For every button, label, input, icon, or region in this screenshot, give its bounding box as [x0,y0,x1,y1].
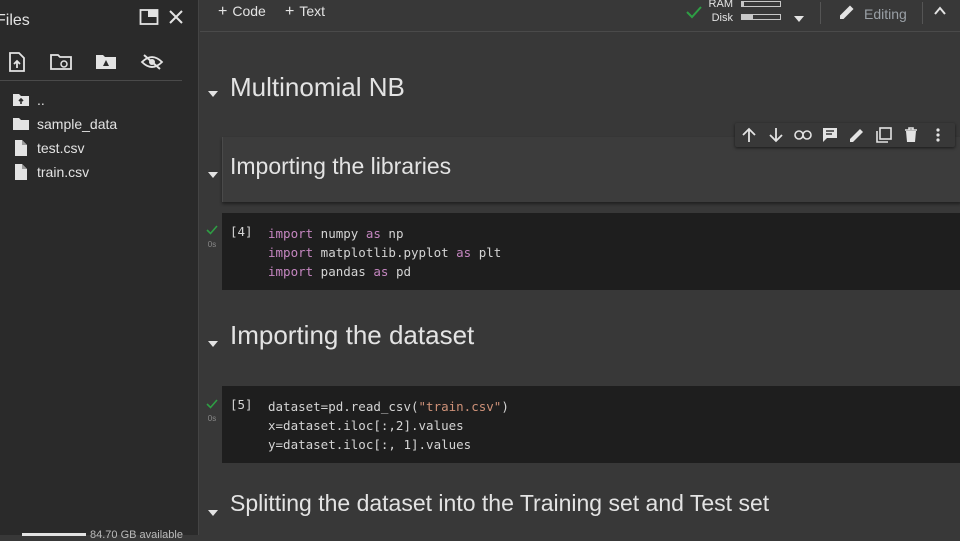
check-icon [206,225,218,235]
mount-drive-icon[interactable] [94,50,118,74]
code-editor[interactable]: import numpy as np import matplotlib.pyp… [268,224,501,281]
resources-dropdown-icon[interactable] [794,9,804,27]
file-item-parent[interactable]: .. [0,88,190,112]
cell-run-status[interactable]: 0s [205,396,219,423]
heading-title: Multinomial NB [230,72,405,102]
ram-label: RAM [708,0,733,10]
add-code-button[interactable]: + Code [218,3,266,21]
file-icon [12,164,30,180]
close-icon[interactable] [167,8,185,31]
disk-status: 84.70 GB available [0,529,199,541]
cell-toolbar [735,123,955,147]
plus-icon: + [285,3,295,20]
file-item-sample-data[interactable]: sample_data [0,112,190,136]
file-list: .. sample_data test.csv train.csv [0,88,190,184]
toolbar-divider [922,2,923,24]
add-text-button[interactable]: + Text [285,3,325,21]
section-splitting-dataset: Splitting the dataset into the Training … [200,490,960,520]
code-cell-dataset[interactable]: [5] dataset=pd.read_csv("train.csv") x=d… [222,386,960,463]
toolbar-divider [820,2,821,24]
caret-down-icon[interactable] [208,503,218,521]
delete-icon[interactable] [902,126,920,144]
file-browser-sidebar: Files .. sample_data test.csv train.csv … [0,0,199,541]
sidebar-title: Files [0,12,30,29]
heading-title: Importing the libraries [230,153,452,179]
move-down-icon[interactable] [767,126,785,144]
pencil-icon [838,3,856,24]
notebook-toolbar: + Code + Text RAM Disk Editing [200,0,960,32]
edit-pencil-icon[interactable] [848,126,866,144]
ram-usage-bar[interactable] [741,1,781,7]
upload-file-icon[interactable] [5,50,29,74]
connected-check-icon [685,3,703,26]
code-cell-imports[interactable]: [4] import numpy as np import matplotlib… [222,213,960,290]
move-up-icon[interactable] [740,126,758,144]
heading-title: Splitting the dataset into the Training … [230,490,770,516]
ram-usage-fill [742,2,744,6]
open-in-tab-icon[interactable] [139,8,159,31]
disk-usage-meter[interactable] [741,14,781,20]
editing-mode-button[interactable]: Editing [838,3,907,24]
folder-up-icon [12,92,30,108]
check-icon [206,399,218,409]
collapse-header-icon[interactable] [933,4,947,23]
file-item-test-csv[interactable]: test.csv [0,136,190,160]
refresh-folder-icon[interactable] [49,50,73,74]
disk-label: Disk [711,12,733,24]
section-multinomial-nb: Multinomial NB [200,72,960,104]
execution-count: [4] [230,224,253,239]
plus-icon: + [218,3,228,20]
section-importing-libraries: Importing the libraries [200,153,960,183]
disk-available-text: 84.70 GB available [90,529,183,541]
file-name: test.csv [37,140,85,156]
comment-icon[interactable] [821,126,839,144]
caret-down-icon[interactable] [208,334,218,352]
file-name: sample_data [37,116,118,132]
link-icon[interactable] [794,126,812,144]
disk-usage-fill [742,15,754,19]
heading-title: Importing the dataset [230,320,475,350]
section-importing-dataset: Importing the dataset [200,320,960,350]
hidden-files-icon[interactable] [140,50,164,74]
file-item-train-csv[interactable]: train.csv [0,160,190,184]
code-editor[interactable]: dataset=pd.read_csv("train.csv") x=datas… [268,397,509,454]
more-options-icon[interactable] [929,126,947,144]
execution-count: [5] [230,397,253,412]
caret-down-icon[interactable] [208,165,218,183]
file-name: train.csv [37,164,90,180]
exec-time: 0s [207,240,217,249]
exec-time: 0s [207,414,217,423]
caret-down-icon[interactable] [208,84,218,102]
file-icon [12,140,30,156]
sidebar-toolbar [0,46,182,81]
mirror-cell-icon[interactable] [875,126,893,144]
file-name: .. [37,92,45,108]
folder-icon [12,116,30,132]
cell-run-status[interactable]: 0s [205,222,219,249]
